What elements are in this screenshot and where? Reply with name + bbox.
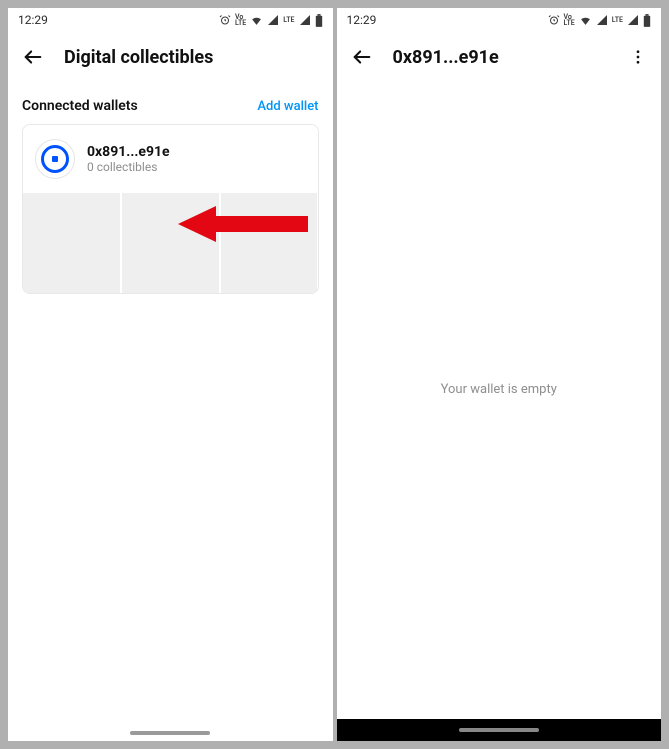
- connected-wallets-header: Connected wallets Add wallet: [22, 82, 319, 124]
- signal-icon-2: [627, 14, 639, 26]
- coinbase-icon: [41, 145, 69, 173]
- status-icons: VoLTE LTE: [548, 14, 651, 27]
- wallet-text: 0x891...e91e 0 collectibles: [87, 144, 170, 174]
- signal-icon-1: [267, 14, 279, 26]
- volte-icon: VoLTE: [235, 14, 246, 27]
- content-area: Your wallet is empty: [337, 82, 662, 741]
- volte-icon: VoLTE: [564, 14, 575, 27]
- alarm-icon: [219, 14, 231, 26]
- page-title: Digital collectibles: [64, 47, 213, 68]
- more-vertical-icon: [629, 48, 647, 66]
- screen-wallet-detail: 12:29 VoLTE LTE 0x891...e91e Your wallet…: [337, 8, 662, 741]
- collectible-slot: [122, 193, 219, 293]
- section-label: Connected wallets: [22, 98, 138, 114]
- arrow-left-icon: [351, 46, 373, 68]
- app-bar: Digital collectibles: [8, 32, 333, 82]
- more-options-button[interactable]: [629, 48, 647, 66]
- lte-label: LTE: [283, 17, 294, 23]
- signal-icon-2: [299, 14, 311, 26]
- status-time: 12:29: [347, 13, 377, 27]
- arrow-left-icon: [22, 46, 44, 68]
- wifi-icon: [579, 14, 592, 27]
- status-icons: VoLTE LTE: [219, 14, 322, 27]
- wallet-card[interactable]: 0x891...e91e 0 collectibles: [22, 124, 319, 294]
- battery-icon: [643, 14, 651, 27]
- signal-icon-1: [596, 14, 608, 26]
- collectible-slot: [23, 193, 120, 293]
- back-button[interactable]: [351, 46, 373, 68]
- back-button[interactable]: [22, 46, 44, 68]
- collectible-slot: [221, 193, 318, 293]
- screen-digital-collectibles: 12:29 VoLTE LTE Digital collectibles Con…: [8, 8, 333, 741]
- nav-bar: [337, 719, 662, 741]
- alarm-icon: [548, 14, 560, 26]
- status-time: 12:29: [18, 13, 48, 27]
- collectibles-grid: [23, 193, 318, 293]
- content-area: Connected wallets Add wallet 0x891...e91…: [8, 82, 333, 741]
- status-bar: 12:29 VoLTE LTE: [8, 8, 333, 32]
- nav-handle[interactable]: [459, 728, 539, 732]
- empty-wallet-message: Your wallet is empty: [337, 382, 662, 397]
- nav-handle[interactable]: [130, 731, 210, 735]
- wallet-subtitle: 0 collectibles: [87, 160, 170, 174]
- status-bar: 12:29 VoLTE LTE: [337, 8, 662, 32]
- wallet-avatar: [35, 139, 75, 179]
- add-wallet-button[interactable]: Add wallet: [257, 99, 318, 114]
- page-title: 0x891...e91e: [393, 47, 499, 68]
- wallet-row[interactable]: 0x891...e91e 0 collectibles: [23, 125, 318, 193]
- battery-icon: [315, 14, 323, 27]
- lte-label: LTE: [612, 17, 623, 23]
- wifi-icon: [250, 14, 263, 27]
- app-bar: 0x891...e91e: [337, 32, 662, 82]
- wallet-address: 0x891...e91e: [87, 144, 170, 160]
